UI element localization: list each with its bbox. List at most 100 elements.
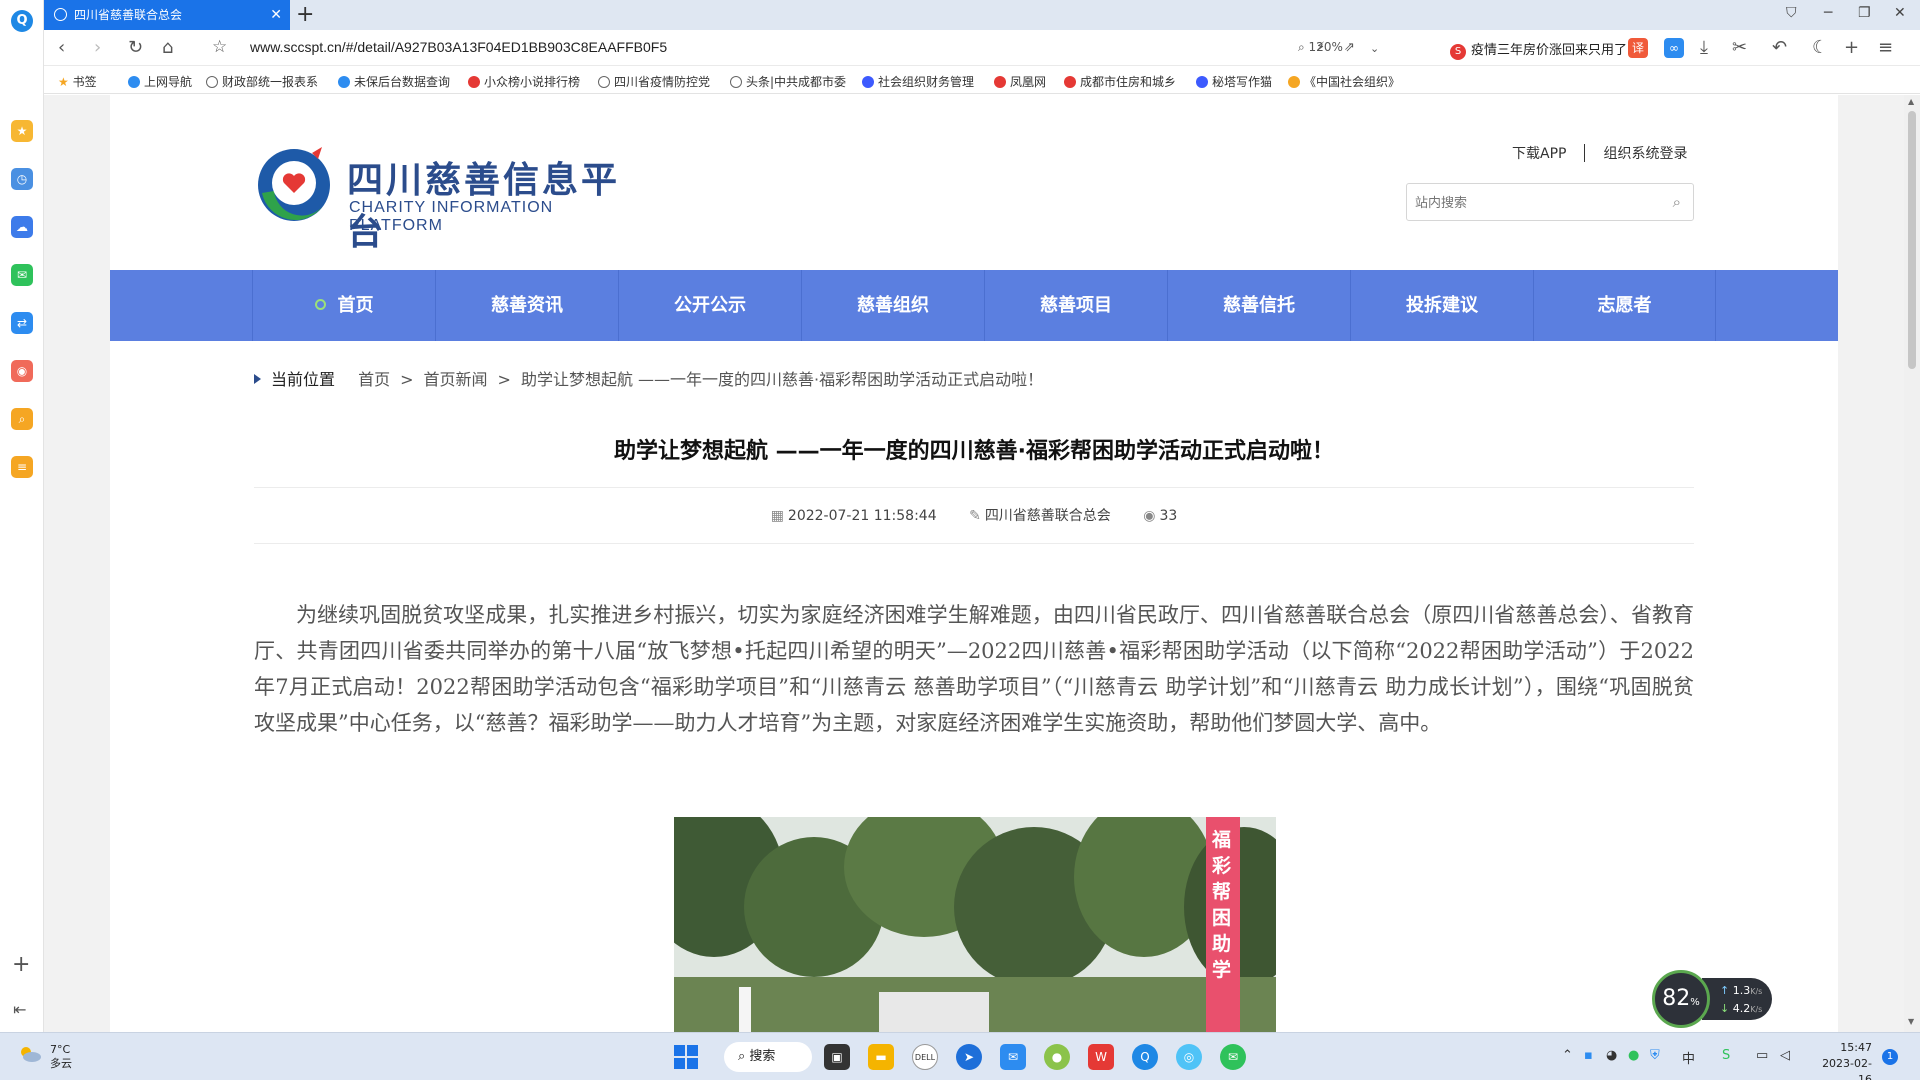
news-ticker[interactable]: S疫情三年房价涨回来只用了 ⌕ [1450,39,1638,60]
nav-home[interactable]: 首页 [252,270,435,341]
system-clock[interactable]: 15:47 2023-02-16 [1816,1040,1872,1080]
notification-badge[interactable]: 1 [1882,1049,1898,1065]
bookmark-label: 四川省疫情防控党 [614,75,711,89]
bookmark-item[interactable]: 财政部统一报表系 [206,73,318,90]
download-app-link[interactable]: 下载APP [1512,146,1566,162]
start-button[interactable] [674,1045,698,1069]
site-icon [468,76,480,88]
bookmark-item[interactable]: 上网导航 [128,73,192,90]
bookmark-item[interactable]: 四川省疫情防控党 [598,73,710,90]
wps-icon[interactable]: W [1088,1044,1114,1070]
tray-expand-icon[interactable]: ⌃ [1562,1048,1573,1063]
volume-icon[interactable]: ◁ [1780,1048,1790,1063]
wechat-icon[interactable]: ✉ [11,264,33,286]
bookmark-item[interactable]: ★ 书签 [58,73,97,90]
tray-s-icon[interactable]: S [1722,1048,1730,1063]
address-bar[interactable]: www.sccspt.cn/#/detail/A927B03A13F04ED1B… [250,39,667,55]
nav-charity-trust[interactable]: 慈善信托 [1167,270,1350,341]
nav-charity-news[interactable]: 慈善资讯 [435,270,618,341]
undo-icon[interactable]: ↶ [1772,37,1787,58]
translate-icon[interactable]: ⇄ [11,312,33,334]
add-app-icon[interactable]: + [12,952,30,977]
shield-icon[interactable]: ⛨ [1650,1048,1660,1063]
nav-charity-orgs[interactable]: 慈善组织 [801,270,984,341]
bookmark-item[interactable]: 未保后台数据查询 [338,73,450,90]
chevron-down-icon[interactable]: ⌄ [1370,42,1379,55]
search-icon[interactable]: ⌕ [1673,193,1681,211]
reader-icon[interactable]: ≡ [11,456,33,478]
browser-logo-icon[interactable]: Q [11,10,33,32]
nav-complaints[interactable]: 投拆建议 [1350,270,1533,341]
up-arrow-icon: ↑ [1720,984,1730,997]
forward-button[interactable]: › [94,37,101,58]
tray-app-icon[interactable]: ▪ [1584,1048,1593,1063]
translate-icon[interactable]: 译 [1628,38,1648,58]
scroll-thumb[interactable] [1908,111,1916,369]
breadcrumb-news[interactable]: 首页新闻 [424,370,488,389]
new-window-icon[interactable]: + [1844,37,1859,58]
site-logo[interactable]: 四川慈善信息平台 CHARITY INFORMATION PLATFORM [252,145,642,253]
menu-icon[interactable]: ≡ [1878,37,1893,58]
vertical-scrollbar[interactable]: ▲ ▼ [1904,95,1920,1032]
back-button[interactable]: ‹ [58,37,65,58]
weibo-icon[interactable]: ◉ [11,360,33,382]
scroll-down-icon[interactable]: ▼ [1908,1017,1914,1026]
screenshot-icon[interactable]: ✂ [1732,37,1747,58]
nav-public-notice[interactable]: 公开公示 [618,270,801,341]
breadcrumb-home[interactable]: 首页 [358,370,390,389]
compass-app-icon[interactable]: ➤ [956,1044,982,1070]
bookmark-item[interactable]: 秘塔写作猫 [1196,73,1272,90]
app-icon[interactable]: ● [1044,1044,1070,1070]
browser-taskbar-icon[interactable]: Q [1132,1044,1158,1070]
download-icon[interactable]: ⤓ [1700,37,1708,58]
minimize-button[interactable]: ─ [1824,5,1832,21]
tray-green-icon[interactable]: ● [1628,1048,1639,1063]
close-window-button[interactable]: ✕ [1894,5,1906,21]
bookmark-item[interactable]: 成都市住房和城乡 [1064,73,1176,90]
browser-alt-icon[interactable]: ◎ [1176,1044,1202,1070]
bookmark-star-icon[interactable]: ☆ [212,37,227,57]
site-search-input[interactable] [1415,192,1655,212]
org-login-link[interactable]: 组织系统登录 [1603,146,1687,162]
history-icon[interactable]: ◷ [11,168,33,190]
favorites-icon[interactable]: ★ [11,120,33,142]
ime-icon[interactable]: 中 [1682,1048,1695,1067]
tab-active[interactable]: 四川省慈善联合总会 ✕ [44,0,290,30]
wechat-taskbar-icon[interactable]: ✉ [1220,1044,1246,1070]
bookmark-label: 成都市住房和城乡 [1080,75,1177,89]
ai-assistant-icon[interactable]: ∞ [1664,38,1684,58]
search-app-icon[interactable]: ⌕ [11,408,33,430]
scroll-up-icon[interactable]: ▲ [1908,97,1914,106]
mail-icon[interactable]: ✉ [1000,1044,1026,1070]
share-icon[interactable]: ⇗ [1344,40,1355,55]
bookmark-label: 上网导航 [144,75,193,89]
restore-button[interactable]: ❐ [1858,5,1871,21]
task-view-icon[interactable]: ▣ [824,1044,850,1070]
tab-strip: 四川省慈善联合总会 ✕ + ⛉ ─ ❐ ✕ [44,0,1920,30]
bookmark-item[interactable]: 凤凰网 [994,73,1046,90]
new-tab-button[interactable]: + [296,2,314,27]
eye-icon: ◉ [1143,508,1156,524]
bookmark-item[interactable]: 《中国社会组织》 [1288,73,1400,90]
taskbar-search[interactable]: ⌕ 搜索 [724,1042,812,1072]
qq-icon[interactable]: ◕ [1606,1048,1617,1063]
network-icon[interactable]: ▭ [1756,1048,1768,1063]
file-explorer-icon[interactable]: ▬ [868,1044,894,1070]
nav-charity-projects[interactable]: 慈善项目 [984,270,1167,341]
nav-volunteers[interactable]: 志愿者 [1533,270,1716,341]
close-tab-icon[interactable]: ✕ [270,0,282,30]
reload-button[interactable]: ↻ [128,37,143,58]
lightning-icon[interactable]: ⚡ [1316,40,1325,55]
bookmark-item[interactable]: 小众榜小说排行榜 [468,73,580,90]
shirt-skin-icon[interactable]: ⛉ [1786,5,1797,21]
bookmark-item[interactable]: 社会组织财务管理 [862,73,974,90]
cloud-icon[interactable]: ☁ [11,216,33,238]
network-speed-widget[interactable]: ↑ 1.3K/s ↓ 4.2K/s 82% [1652,970,1772,1028]
bookmark-label: 未保后台数据查询 [354,75,451,89]
night-mode-icon[interactable]: ☾ [1812,37,1828,58]
dell-icon[interactable]: DELL [912,1044,938,1070]
home-button[interactable]: ⌂ [162,37,173,58]
trees-photo-image [674,817,1276,1032]
collapse-sidebar-icon[interactable]: ⇤ [13,1000,26,1019]
bookmark-item[interactable]: 头条|中共成都市委 [730,73,846,90]
